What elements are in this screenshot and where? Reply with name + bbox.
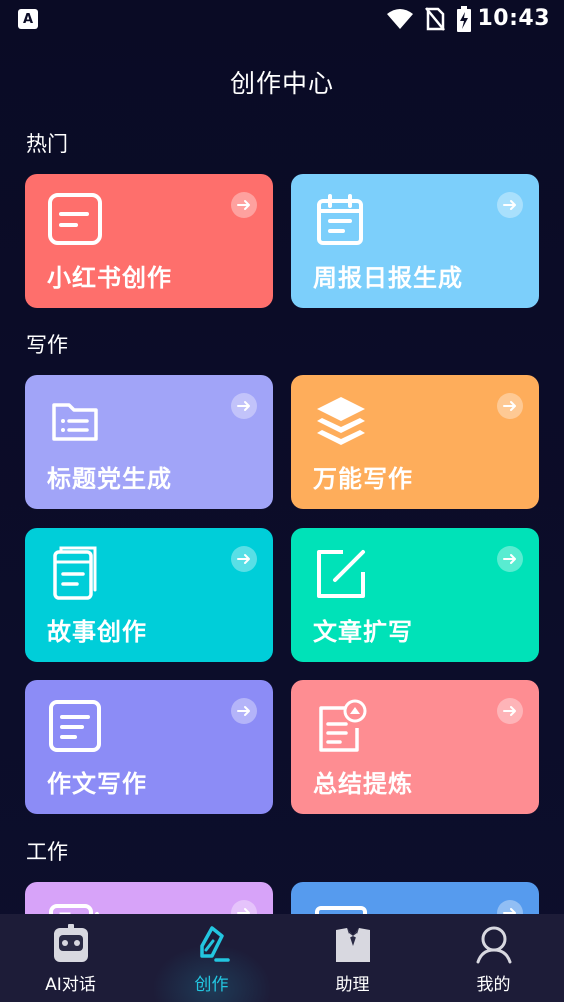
card-label: 万能写作 <box>313 465 413 493</box>
card-label: 文章扩写 <box>313 618 413 646</box>
nav-label: 助理 <box>335 975 370 995</box>
suit-icon <box>333 924 373 964</box>
section-title-hot: 热门 <box>26 132 68 156</box>
card-article-expand[interactable]: 文章扩写 <box>291 528 539 662</box>
nav-item-ai-chat[interactable]: AI对话 <box>0 914 141 1002</box>
card-label: 总结提炼 <box>313 770 413 798</box>
nav-label: 创作 <box>194 975 229 995</box>
card-label: 小红书创作 <box>47 264 172 292</box>
pen-icon <box>192 924 232 964</box>
card-summary[interactable]: 总结提炼 <box>291 680 539 814</box>
status-time: 10:43 <box>477 6 550 31</box>
document-icon <box>49 700 101 752</box>
card-label: 作文写作 <box>47 770 147 798</box>
arrow-right-icon <box>497 546 523 572</box>
nav-label: 我的 <box>476 975 511 995</box>
arrow-right-icon <box>231 192 257 218</box>
nav-label: AI对话 <box>45 975 96 995</box>
status-bar: A 10:43 <box>0 0 564 40</box>
folder-list-icon <box>52 403 98 441</box>
card-label: 周报日报生成 <box>313 264 463 292</box>
user-icon <box>474 924 514 964</box>
card-weekly-report[interactable]: 周报日报生成 <box>291 174 539 308</box>
no-sim-icon <box>425 7 445 31</box>
card-headline[interactable]: 标题党生成 <box>25 375 273 509</box>
arrow-right-icon <box>231 698 257 724</box>
arrow-right-icon <box>497 698 523 724</box>
card-label: 故事创作 <box>47 618 147 646</box>
status-icons <box>386 6 472 32</box>
card-label: 标题党生成 <box>47 465 172 493</box>
book-icon <box>53 546 97 600</box>
card-xiaohongshu[interactable]: 小红书创作 <box>25 174 273 308</box>
wifi-icon <box>387 9 413 29</box>
arrow-right-icon <box>231 546 257 572</box>
battery-charging-icon <box>457 6 471 32</box>
nav-item-me[interactable]: 我的 <box>423 914 564 1002</box>
card-universal-writing[interactable]: 万能写作 <box>291 375 539 509</box>
arrow-right-icon <box>497 393 523 419</box>
section-title-work: 工作 <box>26 840 68 864</box>
bottom-nav: AI对话 创作 助理 我的 <box>0 914 564 1002</box>
section-title-writing: 写作 <box>26 333 68 357</box>
page-title: 创作中心 <box>229 69 334 98</box>
summary-icon <box>319 699 367 752</box>
note-icon <box>48 193 102 245</box>
screen: A 10:43 创作中心 热门 小红书创作 周报日报生成 写作 标题党生成 万能… <box>0 0 564 1002</box>
edit-icon <box>317 550 365 598</box>
arrow-right-icon <box>231 393 257 419</box>
app-notification-icon: A <box>18 9 38 29</box>
arrow-right-icon <box>497 192 523 218</box>
card-essay[interactable]: 作文写作 <box>25 680 273 814</box>
layers-icon <box>317 397 365 445</box>
card-story[interactable]: 故事创作 <box>25 528 273 662</box>
nav-item-create[interactable]: 创作 <box>141 914 282 1002</box>
nav-item-assistant[interactable]: 助理 <box>282 914 423 1002</box>
robot-icon <box>51 924 91 964</box>
calendar-icon <box>317 194 363 245</box>
